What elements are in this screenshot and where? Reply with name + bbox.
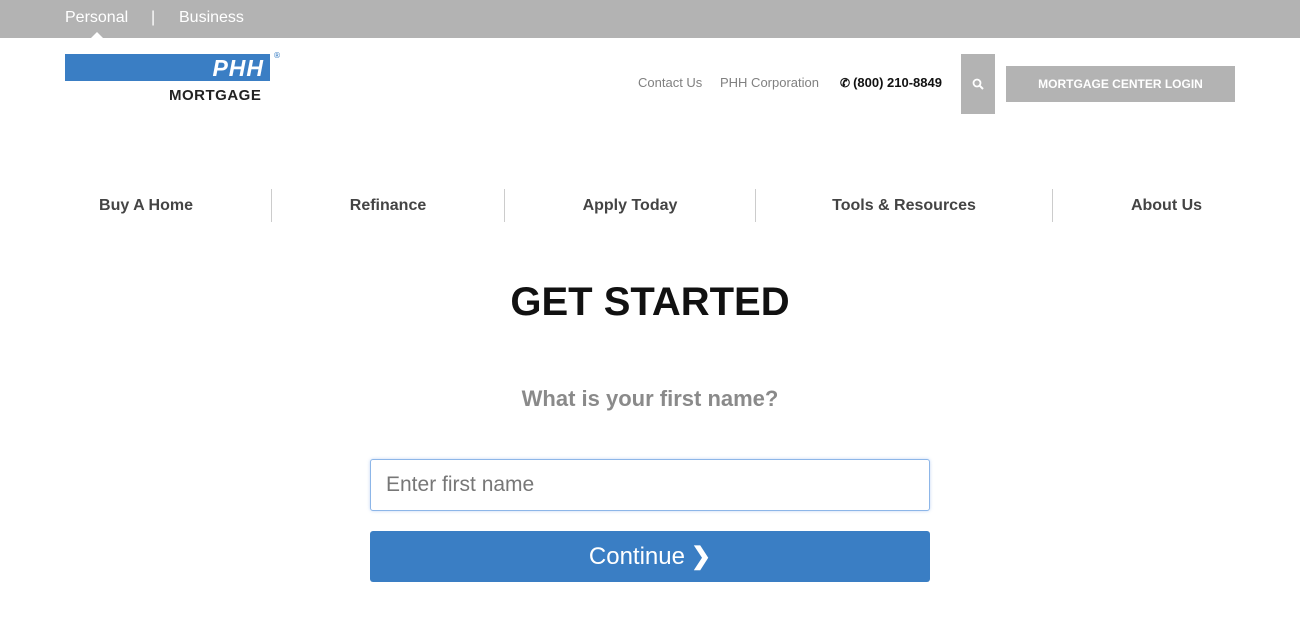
main-nav: Buy A Home Refinance Apply Today Tools &… (20, 189, 1280, 222)
phone-icon: ✆ (840, 76, 851, 90)
active-segment-caret-icon (91, 32, 103, 38)
nav-item-buy-a-home[interactable]: Buy A Home (20, 189, 272, 222)
phh-corporation-link[interactable]: PHH Corporation (720, 75, 819, 90)
search-icon (972, 78, 984, 90)
logo[interactable]: PHH ® MORTGAGE (65, 51, 281, 106)
chevron-right-icon: ❯ (690, 543, 712, 570)
page-title: GET STARTED (510, 280, 790, 324)
phone-number[interactable]: ✆ (800) 210-8849 (840, 75, 942, 90)
search-button[interactable] (961, 54, 995, 114)
contact-us-link[interactable]: Contact Us (638, 75, 702, 90)
continue-button[interactable]: Continue ❯ (370, 531, 930, 582)
question-label: What is your first name? (521, 386, 779, 411)
nav-item-tools-resources[interactable]: Tools & Resources (756, 189, 1052, 222)
registered-mark: ® (273, 51, 281, 60)
segment-business[interactable]: Business (179, 9, 244, 27)
first-name-input[interactable] (370, 459, 930, 511)
logo-brand: PHH (212, 55, 264, 81)
logo-subtitle: MORTGAGE (169, 87, 262, 104)
segment-separator: | (151, 9, 156, 26)
nav-item-apply-today[interactable]: Apply Today (505, 189, 755, 222)
segment-bar: Personal | Business (0, 0, 1300, 38)
continue-label: Continue (588, 543, 685, 570)
mortgage-center-login-button[interactable]: MORTGAGE CENTER LOGIN (1006, 66, 1235, 102)
phone-text: (800) 210-8849 (853, 75, 942, 90)
logo-bar: PHH (65, 54, 270, 81)
nav-item-refinance[interactable]: Refinance (272, 189, 504, 222)
nav-item-about-us[interactable]: About Us (1053, 189, 1280, 222)
segment-personal[interactable]: Personal (65, 9, 128, 27)
